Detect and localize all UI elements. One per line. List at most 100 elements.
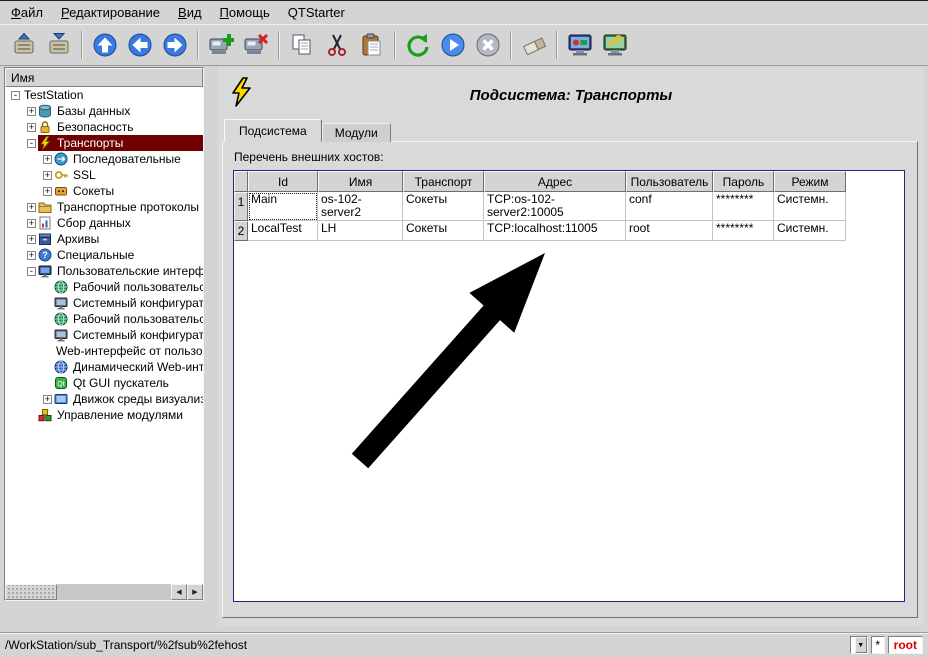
tree-item-content[interactable]: Сбор данных xyxy=(38,215,203,231)
tree-item[interactable]: QtQt GUI пускатель xyxy=(5,375,203,391)
menu-item-view[interactable]: Вид xyxy=(169,2,211,23)
delete-button[interactable] xyxy=(240,29,272,61)
tree-item[interactable]: Рабочий пользовательский интерфейс xyxy=(5,279,203,295)
tree-item-content[interactable]: Системный конфигуратор xyxy=(54,327,203,343)
tree-horizontal-scrollbar[interactable]: ◀ ▶ xyxy=(5,584,203,600)
collapse-icon[interactable]: - xyxy=(11,91,20,100)
up-button[interactable] xyxy=(89,29,121,61)
save-button[interactable] xyxy=(43,29,75,61)
column-header[interactable]: Имя xyxy=(318,171,403,192)
chevron-down-icon[interactable]: ▼ xyxy=(855,637,867,653)
table-cell[interactable]: Сокеты xyxy=(403,192,484,221)
tree-item-content[interactable]: Динамический Web-интерфейс xyxy=(54,359,203,375)
expand-icon[interactable]: + xyxy=(43,155,52,164)
table-cell[interactable]: Main xyxy=(248,192,318,221)
clear-button[interactable] xyxy=(518,29,550,61)
table-cell[interactable]: ******** xyxy=(713,192,774,221)
back-button[interactable] xyxy=(124,29,156,61)
tree-item[interactable]: +Последовательные xyxy=(5,151,203,167)
tree-item[interactable]: Рабочий пользовательский интерфейс xyxy=(5,311,203,327)
table-cell[interactable]: Сокеты xyxy=(403,221,484,241)
row-header[interactable]: 1 xyxy=(234,192,248,221)
expand-icon[interactable]: + xyxy=(27,123,36,132)
tree-item[interactable]: Системный конфигуратор xyxy=(5,327,203,343)
table-cell[interactable]: os-102-server2 xyxy=(318,192,403,221)
tree-item-content[interactable]: QtQt GUI пускатель xyxy=(54,375,203,391)
scroll-left-icon[interactable]: ◀ xyxy=(171,584,187,600)
column-header[interactable]: Адрес xyxy=(484,171,626,192)
table-cell[interactable]: ******** xyxy=(713,221,774,241)
tree-item[interactable]: +Безопасность xyxy=(5,119,203,135)
tree-item[interactable]: +Базы данных xyxy=(5,103,203,119)
tree-item[interactable]: Управление модулями xyxy=(5,407,203,423)
tree-item-content[interactable]: Рабочий пользовательский интерфейс xyxy=(54,279,203,295)
tree-item-content[interactable]: Движок среды визуализации xyxy=(54,391,203,407)
tree-item-content[interactable]: Web-интерфейс от пользователя xyxy=(54,343,203,359)
tree-item[interactable]: -Транспорты xyxy=(5,135,203,151)
tree-item-content[interactable]: Сокеты xyxy=(54,183,203,199)
tree-item-content[interactable]: SSL xyxy=(54,167,203,183)
copy-button[interactable] xyxy=(286,29,318,61)
expand-icon[interactable]: + xyxy=(27,251,36,260)
tree-item-content[interactable]: Последовательные xyxy=(54,151,203,167)
tree-item[interactable]: -Пользовательские интерфейсы xyxy=(5,263,203,279)
add-button[interactable] xyxy=(205,29,237,61)
menu-item-qtstarter[interactable]: QTStarter xyxy=(279,2,354,23)
tree-item-content[interactable]: ?Специальные xyxy=(38,247,203,263)
column-header[interactable]: Id xyxy=(248,171,318,192)
scroll-right-icon[interactable]: ▶ xyxy=(187,584,203,600)
expand-icon[interactable]: + xyxy=(27,219,36,228)
load-button[interactable] xyxy=(8,29,40,61)
column-header[interactable]: Транспорт xyxy=(403,171,484,192)
table-cell[interactable]: conf xyxy=(626,192,713,221)
table-cell[interactable]: root xyxy=(626,221,713,241)
refresh-button[interactable] xyxy=(402,29,434,61)
column-header[interactable]: Пользователь xyxy=(626,171,713,192)
forward-button[interactable] xyxy=(159,29,191,61)
tab-subsystem[interactable]: Подсистема xyxy=(224,119,322,142)
tree-item[interactable]: +Транспортные протоколы xyxy=(5,199,203,215)
expand-icon[interactable]: + xyxy=(43,171,52,180)
collapse-icon[interactable]: - xyxy=(27,139,36,148)
tree-item-content[interactable]: Транспортные протоколы xyxy=(38,199,203,215)
row-header[interactable]: 2 xyxy=(234,221,248,241)
expand-icon[interactable]: + xyxy=(27,203,36,212)
tree-item[interactable]: +?Специальные xyxy=(5,247,203,263)
expand-icon[interactable]: + xyxy=(43,187,52,196)
scrollbar-track[interactable] xyxy=(57,584,171,600)
table-cell[interactable]: TCP:os-102-server2:10005 xyxy=(484,192,626,221)
tree-item[interactable]: +Сокеты xyxy=(5,183,203,199)
tree-header[interactable]: Имя xyxy=(5,68,203,87)
tab-modules[interactable]: Модули xyxy=(322,123,391,142)
expand-icon[interactable]: + xyxy=(43,395,52,404)
tree-item[interactable]: Динамический Web-интерфейс xyxy=(5,359,203,375)
qtstarter-button[interactable] xyxy=(599,29,631,61)
tree-item-content[interactable]: Управление модулями xyxy=(38,407,203,423)
start-button[interactable] xyxy=(437,29,469,61)
tree-item[interactable]: -TestStation xyxy=(5,87,203,103)
tree-item-content[interactable]: Безопасность xyxy=(38,119,203,135)
stop-button[interactable] xyxy=(472,29,504,61)
tree-item[interactable]: +Движок среды визуализации xyxy=(5,391,203,407)
tree-item[interactable]: +SSL xyxy=(5,167,203,183)
table-cell[interactable]: TCP:localhost:11005 xyxy=(484,221,626,241)
column-header[interactable]: Пароль xyxy=(713,171,774,192)
tree-item-content[interactable]: Системный конфигуратор xyxy=(54,295,203,311)
table-cell[interactable]: Системн. xyxy=(774,192,846,221)
table-cell[interactable]: Системн. xyxy=(774,221,846,241)
table-cell[interactable]: LocalTest xyxy=(248,221,318,241)
tree-item-content[interactable]: TestStation xyxy=(22,87,203,103)
tree-item-content[interactable]: Рабочий пользовательский интерфейс xyxy=(54,311,203,327)
status-combobox[interactable]: ▼ xyxy=(850,636,868,654)
menu-item-file[interactable]: Файл xyxy=(2,2,52,23)
paste-button[interactable] xyxy=(356,29,388,61)
expand-icon[interactable]: + xyxy=(27,235,36,244)
tree-item[interactable]: Web-интерфейс от пользователя xyxy=(5,343,203,359)
tree-item-content[interactable]: Пользовательские интерфейсы xyxy=(38,263,203,279)
menu-item-help[interactable]: Помощь xyxy=(211,2,279,23)
tree-item[interactable]: Системный конфигуратор xyxy=(5,295,203,311)
tree-item[interactable]: +Архивы xyxy=(5,231,203,247)
column-header[interactable]: Режим xyxy=(774,171,846,192)
tree-item-content[interactable]: Транспорты xyxy=(38,135,203,151)
table-cell[interactable]: LH xyxy=(318,221,403,241)
